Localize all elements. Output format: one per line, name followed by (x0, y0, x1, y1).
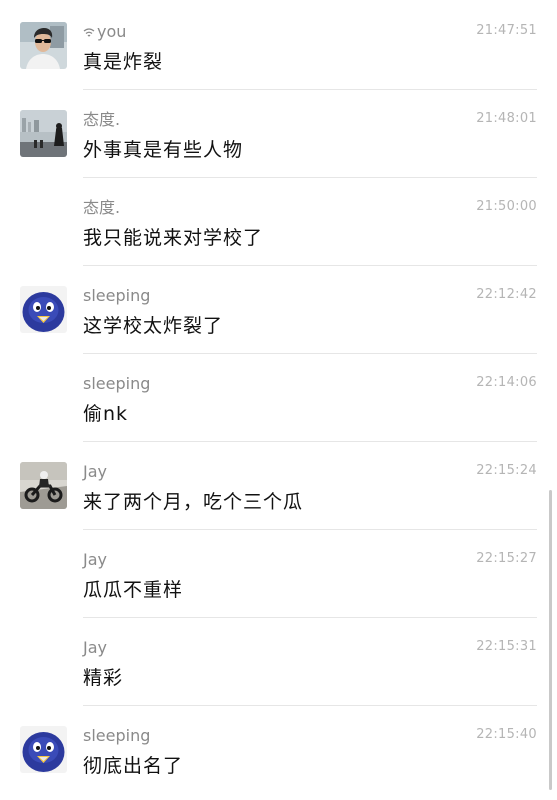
message-item[interactable]: sleeping 22:14:06 偷nk (0, 354, 557, 442)
sender-name: 态度. (83, 110, 121, 129)
message-item[interactable]: Jay 22:15:24 来了两个月，吃个三个瓜 (0, 442, 557, 530)
avatar[interactable] (20, 110, 67, 157)
avatar-waterfront-icon (20, 110, 67, 157)
message-feed[interactable]: you 21:47:51 真是炸裂 态度. 21:48:01 外事真是有些人物 … (0, 0, 557, 800)
sender-name: Jay (83, 462, 107, 481)
message-item[interactable]: Jay 22:15:27 瓜瓜不重样 (0, 530, 557, 618)
sender-name: Jay (83, 550, 107, 569)
avatar-blue-penguin-icon (20, 726, 67, 773)
message-item[interactable]: sleeping 22:15:40 彻底出名了 (0, 706, 557, 794)
sender-name: sleeping (83, 374, 151, 393)
avatar[interactable] (20, 22, 67, 69)
avatar-blue-penguin-icon (20, 286, 67, 333)
avatar-man-sunglasses-icon (20, 22, 67, 69)
sender-name: sleeping (83, 726, 151, 745)
message-time: 21:50:00 (476, 199, 537, 214)
message-text[interactable]: 瓜瓜不重样 (83, 577, 183, 603)
message-item[interactable]: 态度. 21:50:00 我只能说来对学校了 (0, 178, 557, 266)
message-time: 21:47:51 (476, 23, 537, 38)
message-text[interactable]: 外事真是有些人物 (83, 137, 243, 163)
message-text[interactable]: 精彩 (83, 665, 123, 691)
message-item[interactable]: 态度. 21:48:01 外事真是有些人物 (0, 90, 557, 178)
message-time: 22:15:27 (476, 551, 537, 566)
message-time: 22:15:31 (476, 639, 537, 654)
sender-label: you (97, 22, 127, 41)
message-item[interactable]: you 21:47:51 真是炸裂 (0, 2, 557, 90)
message-item[interactable]: sleeping 22:12:42 这学校太炸裂了 (0, 266, 557, 354)
message-time: 21:48:01 (476, 111, 537, 126)
scrollbar[interactable] (549, 490, 552, 790)
message-time: 22:14:06 (476, 375, 537, 390)
message-item[interactable]: Jay 22:15:31 精彩 (0, 618, 557, 706)
sender-name: you (83, 22, 126, 42)
message-text[interactable]: 我只能说来对学校了 (83, 225, 263, 251)
avatar[interactable] (20, 462, 67, 509)
message-time: 22:15:40 (476, 727, 537, 742)
avatar[interactable] (20, 286, 67, 333)
sender-name: 态度. (83, 198, 121, 217)
message-text[interactable]: 彻底出名了 (83, 753, 183, 779)
avatar[interactable] (20, 726, 67, 773)
sender-name: sleeping (83, 286, 151, 305)
message-time: 22:12:42 (476, 287, 537, 302)
sender-name: Jay (83, 638, 107, 657)
message-text[interactable]: 这学校太炸裂了 (83, 313, 223, 339)
wifi-icon (83, 28, 95, 37)
message-text[interactable]: 真是炸裂 (83, 49, 163, 75)
avatar-motorcycle-icon (20, 462, 67, 509)
message-text[interactable]: 偷nk (83, 401, 128, 427)
message-time: 22:15:24 (476, 463, 537, 478)
message-text[interactable]: 来了两个月，吃个三个瓜 (83, 489, 303, 515)
